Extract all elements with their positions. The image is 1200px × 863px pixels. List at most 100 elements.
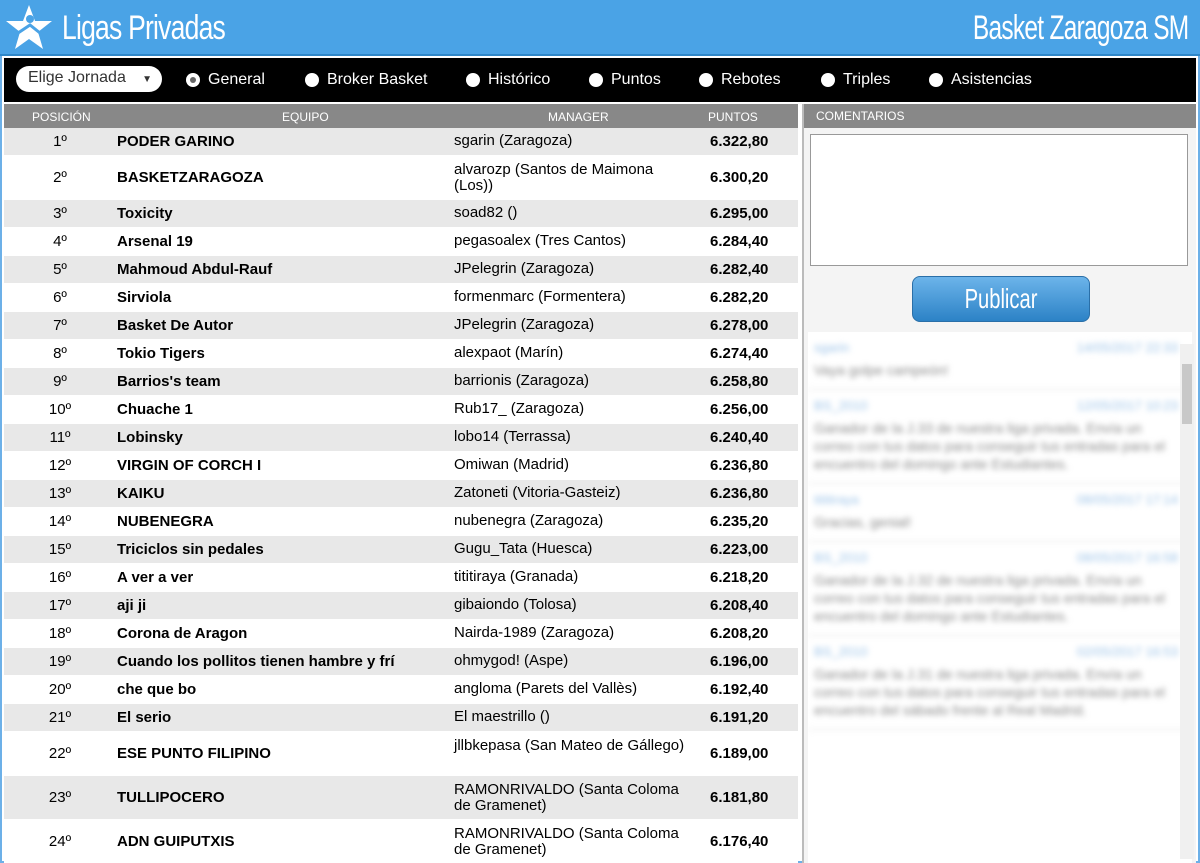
manager-cell: angloma (Parets del Vallès): [454, 680, 638, 697]
team-name[interactable]: KAIKU: [117, 485, 165, 502]
points-cell: 6.235,20: [710, 513, 769, 530]
table-row[interactable]: 23º TULLIPOCERO RAMONRIVALDO (Santa Coloma…: [4, 776, 798, 820]
table-row[interactable]: 22º ESE PUNTO FILIPINO jllbkepasa (San Mat…: [4, 732, 798, 776]
table-row[interactable]: 20º che que bo angloma (Parets del Vallès)…: [4, 676, 798, 704]
team-name[interactable]: Tokio Tigers: [117, 345, 205, 362]
team-name[interactable]: che que bo: [117, 681, 196, 698]
position-cell: 17º: [48, 597, 72, 614]
table-row[interactable]: 19º Cuando los pollitos tienen hambre y f…: [4, 648, 798, 676]
star-logo-icon[interactable]: [4, 3, 54, 53]
team-name[interactable]: Triciclos sin pedales: [117, 541, 264, 558]
publish-button[interactable]: Publicar mensaje: [912, 276, 1090, 358]
comment-meta: BS_2010 12/05/2017 10:23: [814, 398, 1178, 413]
position-cell: 13º: [48, 485, 72, 502]
position-cell: 18º: [48, 625, 72, 642]
table-header: POSICIÓN EQUIPO MANAGER PUNTOS: [4, 104, 798, 128]
team-name[interactable]: Cuando los pollitos tienen hambre y frí: [117, 653, 395, 670]
team-name[interactable]: Barrios's team: [117, 373, 221, 390]
team-name[interactable]: Sirviola: [117, 289, 171, 306]
table-row[interactable]: 16º A ver a ver tititiraya (Granada) 6.218,…: [4, 564, 798, 592]
radio-broker-basket[interactable]: Broker Basket: [305, 69, 427, 91]
comment-meta: BS_2010 02/05/2017 16:53: [814, 644, 1178, 659]
team-name[interactable]: Lobinsky: [117, 429, 183, 446]
points-cell: 6.322,80: [710, 133, 769, 150]
table-row[interactable]: 9º Barrios's team barrionis (Zaragoza) 6.25…: [4, 368, 798, 396]
table-row[interactable]: 18º Corona de Aragon Nairda-1989 (Zaragoza…: [4, 620, 798, 648]
team-name[interactable]: BASKETZARAGOZA: [117, 169, 264, 186]
team-name[interactable]: Chuache 1: [117, 401, 193, 418]
table-row[interactable]: 11º Lobinsky lobo14 (Terrassa) 6.240,40: [4, 424, 798, 452]
radio-label: Triples: [843, 71, 891, 88]
team-name[interactable]: ESE PUNTO FILIPINO: [117, 745, 271, 762]
col-header-manager: MANAGER: [548, 110, 609, 124]
team-name[interactable]: Basket De Autor: [117, 317, 233, 334]
team-name[interactable]: TULLIPOCERO: [117, 789, 225, 806]
manager-cell: tititiraya (Granada): [454, 568, 579, 585]
table-row[interactable]: 14º NUBENEGRA nubenegra (Zaragoza) 6.235,20: [4, 508, 798, 536]
message-scrollbar[interactable]: [1180, 344, 1194, 859]
table-row[interactable]: 12º VIRGIN OF CORCH I Omiwan (Madrid) 6.236…: [4, 452, 798, 480]
manager-cell: RAMONRIVALDO (Santa Coloma de Gramenet): [454, 781, 679, 814]
table-row[interactable]: 3º Toxicity soad82 () 6.295,00: [4, 200, 798, 228]
team-name[interactable]: A ver a ver: [117, 569, 193, 586]
comment-user[interactable]: BS_2010: [814, 644, 868, 659]
manager-cell: Rub17_ (Zaragoza): [454, 400, 585, 417]
radio-icon: [821, 73, 835, 87]
table-row[interactable]: 15º Triciclos sin pedales Gugu_Tata (Huesc…: [4, 536, 798, 564]
points-cell: 6.284,40: [710, 233, 769, 250]
jornada-select[interactable]: Elige Jornada ▼: [16, 66, 162, 92]
comment-user[interactable]: tititiraya: [814, 492, 859, 507]
radio-historico[interactable]: Histórico: [466, 69, 550, 91]
table-row[interactable]: 5º Mahmoud Abdul-Rauf JPelegrin (Zaragoza)…: [4, 256, 798, 284]
table-row[interactable]: 8º Tokio Tigers alexpaot (Marín) 6.274,40: [4, 340, 798, 368]
comment-text: Vaya golpe campeón!: [814, 362, 949, 378]
comment-user[interactable]: BS_2010: [814, 398, 868, 413]
table-row[interactable]: 4º Arsenal 19 pegasoalex (Tres Cantos) 6.28…: [4, 228, 798, 256]
team-name[interactable]: El serio: [117, 709, 171, 726]
team-name[interactable]: Arsenal 19: [117, 233, 193, 250]
team-name[interactable]: Toxicity: [117, 205, 173, 222]
table-row[interactable]: 24º ADN GUIPUTXIS RAMONRIVALDO (Santa Colo…: [4, 820, 798, 863]
team-name[interactable]: Mahmoud Abdul-Rauf: [117, 261, 272, 278]
position-cell: 6º: [53, 289, 67, 306]
team-name[interactable]: aji ji: [117, 597, 146, 614]
comments-header: COMENTARIOS: [804, 104, 1196, 128]
radio-rebotes[interactable]: Rebotes: [699, 69, 781, 91]
team-name[interactable]: NUBENEGRA: [117, 513, 214, 530]
points-cell: 6.282,20: [710, 289, 769, 306]
manager-cell: JPelegrin (Zaragoza): [454, 260, 595, 277]
brand-title[interactable]: Ligas Privadas: [62, 8, 226, 48]
table-row[interactable]: 21º El serio El maestrillo () 6.191,20: [4, 704, 798, 732]
team-name[interactable]: Corona de Aragon: [117, 625, 247, 642]
table-row[interactable]: 10º Chuache 1 Rub17_ (Zaragoza) 6.256,00: [4, 396, 798, 424]
position-cell: 15º: [48, 541, 72, 558]
table-row[interactable]: 7º Basket De Autor JPelegrin (Zaragoza) 6.2…: [4, 312, 798, 340]
comment-text: Ganador de la J.31 de nuestra liga priva…: [814, 666, 1165, 718]
radio-puntos[interactable]: Puntos: [589, 69, 661, 91]
message-list: sgarin 14/05/2017 22:33 Vaya golpe campeón…: [808, 332, 1192, 863]
team-name[interactable]: VIRGIN OF CORCH I: [117, 457, 261, 474]
team-name[interactable]: PODER GARINO: [117, 133, 235, 150]
radio-asistencias[interactable]: Asistencias: [929, 69, 1032, 91]
comment-user[interactable]: sgarin: [814, 340, 849, 355]
table-row[interactable]: 6º Sirviola formenmarc (Formentera) 6.282,2…: [4, 284, 798, 312]
comment-textarea[interactable]: [810, 134, 1188, 266]
comment-meta: tititiraya 08/05/2017 17:14: [814, 492, 1178, 507]
team-name[interactable]: ADN GUIPUTXIS: [117, 833, 235, 850]
scrollbar-thumb[interactable]: [1182, 364, 1192, 424]
manager-cell: ohmygod! (Aspe): [454, 652, 569, 669]
table-row[interactable]: 1º PODER GARINO sgarin (Zaragoza) 6.322,80: [4, 128, 798, 156]
points-cell: 6.189,00: [710, 745, 769, 762]
table-row[interactable]: 2º BASKETZARAGOZA alvarozp (Santos de Maim…: [4, 156, 798, 200]
radio-triples[interactable]: Triples: [821, 69, 890, 91]
radio-general[interactable]: General: [186, 69, 265, 91]
comment-item: BS_2010 08/05/2017 16:58 Ganador de la J.3…: [808, 542, 1192, 636]
radio-selected-icon: [186, 73, 200, 87]
position-cell: 23º: [48, 789, 72, 806]
comment-date: 08/05/2017 17:14: [1076, 492, 1178, 507]
ranking-table: POSICIÓN EQUIPO MANAGER PUNTOS 1º PODER G…: [4, 104, 798, 863]
comment-user[interactable]: BS_2010: [814, 550, 868, 565]
table-row[interactable]: 17º aji ji gibaiondo (Tolosa) 6.208,40: [4, 592, 798, 620]
points-cell: 6.223,00: [710, 541, 769, 558]
table-row[interactable]: 13º KAIKU Zatoneti (Vitoria-Gasteiz) 6.236,…: [4, 480, 798, 508]
